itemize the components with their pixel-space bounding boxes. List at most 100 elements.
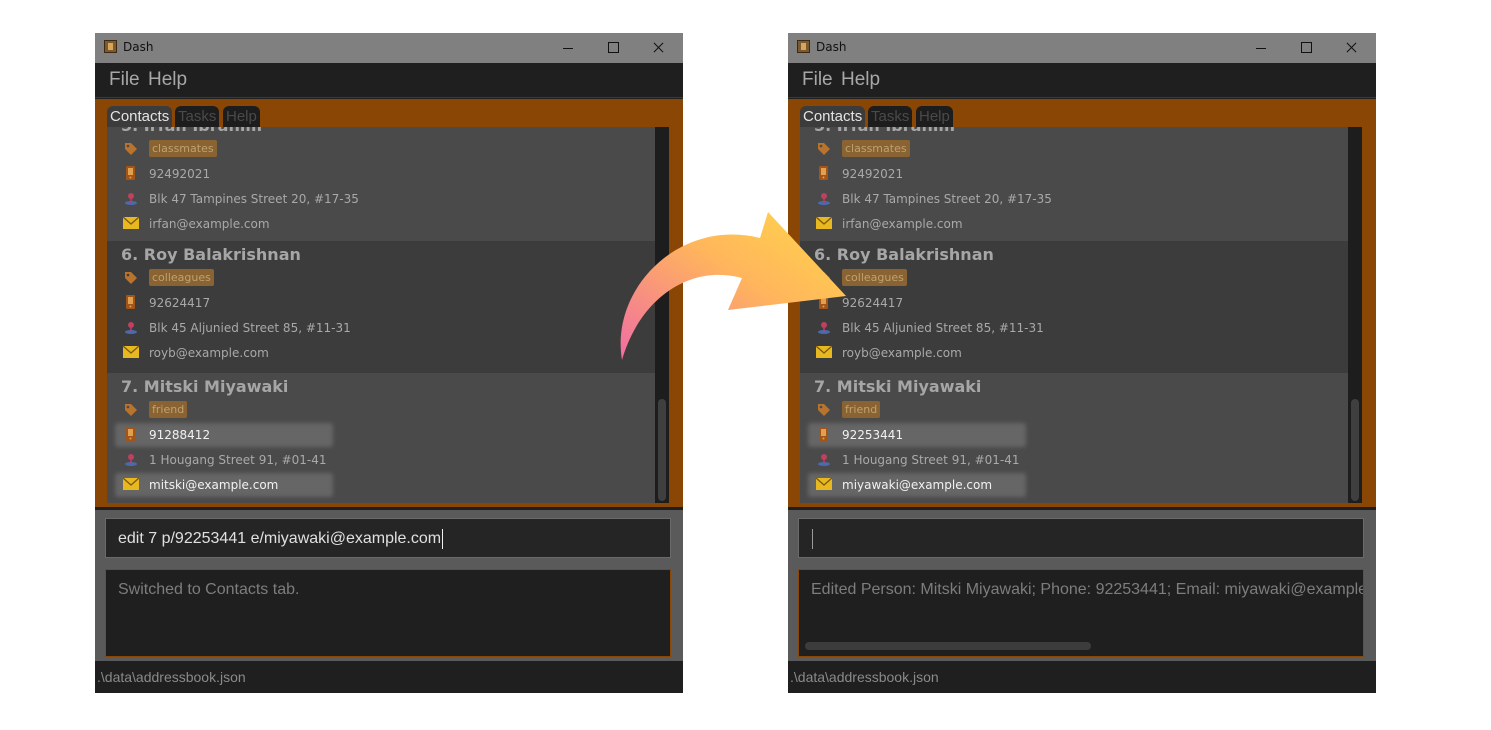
result-area: Switched to Contacts tab. [95,564,683,661]
email-icon [123,477,139,490]
text-caret [812,529,813,549]
minimize-button[interactable] [546,33,591,63]
location-icon [125,322,137,334]
status-bar: .\data\addressbook.json [788,661,1376,693]
maximize-button[interactable] [591,33,636,63]
phone-icon [819,427,828,441]
menu-bar: File Help [95,63,683,98]
tag-badge: classmates [842,140,910,157]
status-path: .\data\addressbook.json [97,669,246,685]
contact-list[interactable]: 5. Irfan Ibrahim classmates 92492021 Blk… [800,127,1348,503]
result-display: Switched to Contacts tab. [105,569,671,657]
contact-phone: 92492021 [842,167,904,181]
close-button[interactable] [636,33,681,63]
menu-bar: File Help [788,63,1376,98]
email-icon [816,477,832,490]
tab-tasks[interactable]: Tasks [868,106,913,128]
command-input[interactable]: edit 7 p/92253441 e/miyawaki@example.com [105,518,671,558]
contact-card[interactable]: 5. Irfan Ibrahim classmates 92492021 Blk… [800,127,1348,244]
maximize-button[interactable] [1284,33,1329,63]
result-display: Edited Person: Mitski Miyawaki; Phone: 9… [798,569,1364,657]
result-text: Switched to Contacts tab. [118,581,300,598]
close-button[interactable] [1329,33,1374,63]
contact-card[interactable]: 7. Mitski Miyawaki friend 91288412 1 Hou… [107,373,655,503]
contact-card[interactable]: 5. Irfan Ibrahim classmates 92492021 Blk… [107,127,655,244]
contact-name: 7. Mitski Miyawaki [814,377,982,396]
contact-address: 1 Hougang Street 91, #01-41 [842,453,1020,467]
contact-list[interactable]: 5. Irfan Ibrahim classmates 92492021 Blk… [107,127,655,503]
status-bar: .\data\addressbook.json [95,661,683,693]
tag-icon [125,404,137,416]
location-icon [818,454,830,466]
phone-icon [126,166,135,180]
contact-email: mitski@example.com [149,478,279,492]
window-title: Dash [816,40,847,54]
tag-icon [125,272,137,284]
tag-badge: colleagues [842,269,907,286]
contact-name: 5. Irfan Ibrahim [121,127,262,135]
email-icon [123,216,139,229]
menu-file[interactable]: File [109,69,140,91]
contact-address: Blk 47 Tampines Street 20, #17-35 [842,192,1052,206]
contact-email: irfan@example.com [842,217,963,231]
tag-icon [818,404,830,416]
window-after: Dash File Help Contacts Tasks Help 5. Ir… [788,33,1376,693]
title-bar: Dash [95,33,683,63]
list-scrollbar-thumb[interactable] [658,399,666,501]
menu-help[interactable]: Help [841,69,880,91]
tag-icon [818,143,830,155]
contact-email: miyawaki@example.com [842,478,993,492]
app-icon [104,40,117,53]
contact-address: Blk 45 Aljunied Street 85, #11-31 [842,321,1044,335]
contact-address: 1 Hougang Street 91, #01-41 [149,453,327,467]
tab-panel: Contacts Tasks Help 5. Irfan Ibrahim cla… [95,99,683,507]
minimize-button[interactable] [1239,33,1284,63]
command-text: edit 7 p/92253441 e/miyawaki@example.com [118,530,442,548]
email-icon [123,345,139,358]
tag-badge: classmates [149,140,217,157]
contact-email: royb@example.com [149,346,269,360]
text-caret [442,529,444,549]
contact-card[interactable]: 6. Roy Balakrishnan colleagues 92624417 … [800,241,1348,373]
result-scrollbar[interactable] [805,642,1091,650]
tab-panel: Contacts Tasks Help 5. Irfan Ibrahim cla… [788,99,1376,507]
status-path: .\data\addressbook.json [790,669,939,685]
tab-contacts[interactable]: Contacts [800,106,866,128]
contact-phone: 92253441 [842,428,904,442]
command-area [788,510,1376,564]
tab-tasks[interactable]: Tasks [175,106,220,128]
contact-phone: 92492021 [149,167,211,181]
window-before: Dash File Help Contacts Tasks Help 5. Ir… [95,33,683,693]
tab-help[interactable]: Help [916,106,953,128]
title-bar: Dash [788,33,1376,63]
location-icon [125,454,137,466]
tag-badge: colleagues [149,269,214,286]
tab-contacts[interactable]: Contacts [107,106,173,128]
tag-badge: friend [149,401,188,418]
window-title: Dash [123,40,154,54]
contact-address: Blk 45 Aljunied Street 85, #11-31 [149,321,351,335]
contact-card[interactable]: 7. Mitski Miyawaki friend 92253441 1 Hou… [800,373,1348,503]
tab-help[interactable]: Help [223,106,260,128]
app-icon [797,40,810,53]
phone-icon [126,427,135,441]
menu-help[interactable]: Help [148,69,187,91]
contact-card[interactable]: 6. Roy Balakrishnan colleagues 92624417 … [107,241,655,373]
result-text: Edited Person: Mitski Miyawaki; Phone: 9… [811,581,1364,598]
contact-email: royb@example.com [842,346,962,360]
contact-address: Blk 47 Tampines Street 20, #17-35 [149,192,359,206]
phone-highlight [115,423,333,447]
list-scrollbar-thumb[interactable] [1351,399,1359,501]
location-icon [125,193,137,205]
transition-arrow-icon [620,212,846,360]
contact-phone: 91288412 [149,428,211,442]
command-input[interactable] [798,518,1364,558]
tag-badge: friend [842,401,881,418]
contact-name: 5. Irfan Ibrahim [814,127,955,135]
contact-phone: 92624417 [842,296,904,310]
contact-phone: 92624417 [149,296,211,310]
phone-icon [819,166,828,180]
menu-file[interactable]: File [802,69,833,91]
location-icon [818,193,830,205]
contact-name: 7. Mitski Miyawaki [121,377,289,396]
